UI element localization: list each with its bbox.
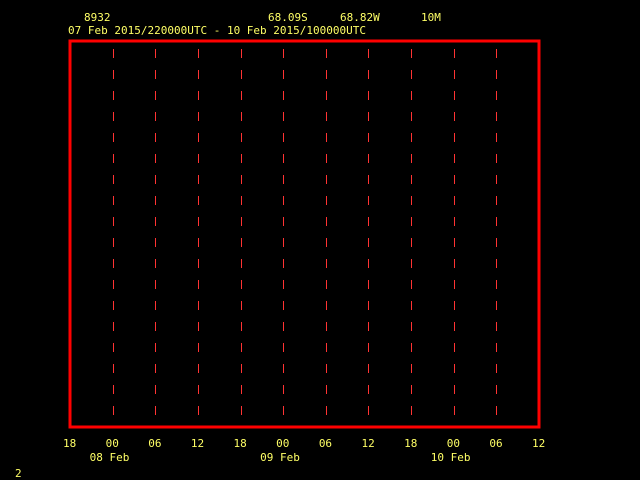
x-tick-label: 18	[63, 437, 77, 450]
x-tick-label: 18	[233, 437, 247, 450]
x-tick-label: 12	[361, 437, 375, 450]
x-date-label: 08 Feb	[89, 451, 130, 464]
x-tick-label: 00	[446, 437, 460, 450]
x-tick-label: 00	[276, 437, 290, 450]
plot-frame	[68, 39, 541, 429]
x-tick-label: 12	[190, 437, 205, 450]
x-tick-label: 18	[404, 437, 418, 450]
x-date-label: 09 Feb	[260, 451, 300, 464]
x-tick-label: 06	[318, 437, 333, 450]
x-tick-label: 12	[532, 437, 546, 450]
x-date-label: 10 Feb	[430, 451, 471, 464]
x-tick-label: 06	[148, 437, 162, 450]
x-tick-label: 06	[489, 437, 503, 450]
x-tick-label: 00	[105, 437, 119, 450]
chart-plot	[68, 39, 541, 429]
page-number: 2	[15, 467, 22, 480]
